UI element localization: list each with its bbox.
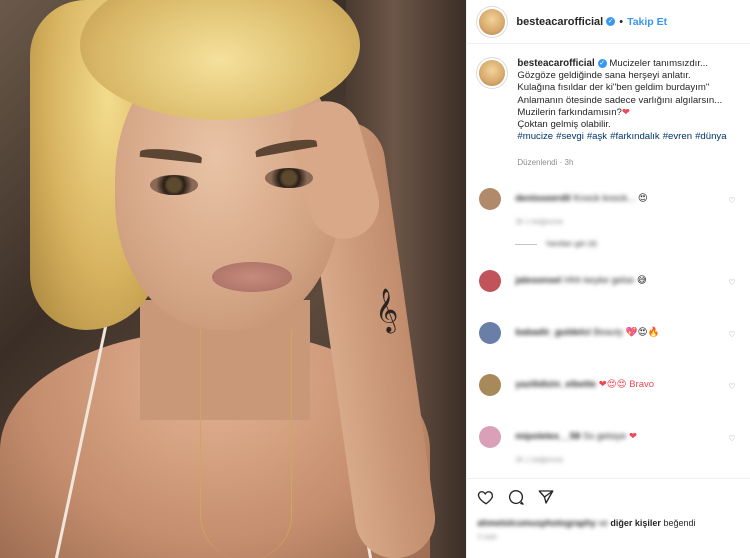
avatar[interactable] — [479, 8, 506, 35]
caption-line: Kulağına fısıldar der ki"ben geldim burd… — [517, 82, 710, 94]
comment-username[interactable]: jalesonsel — [515, 275, 561, 286]
caption-line: Muzilerin farkındamısın? — [517, 106, 622, 118]
share-icon[interactable] — [537, 488, 555, 506]
like-comment-heart-icon[interactable]: ♡ — [728, 278, 735, 287]
hashtag-link[interactable]: #evren — [663, 131, 692, 142]
like-comment-heart-icon[interactable]: ♡ — [728, 382, 735, 391]
like-comment-heart-icon[interactable]: ♡ — [728, 196, 735, 205]
follow-button[interactable]: Takip Et — [627, 16, 667, 28]
caption-line: Anlamanın ötesinde sadece varlığını algı… — [517, 94, 723, 106]
comment: mipoleles__58 Ss gelsiye ❤ 3h 1 beğenme … — [479, 426, 741, 466]
comment-avatar[interactable] — [479, 270, 502, 292]
comment-username[interactable]: mipoleles__58 — [515, 431, 580, 442]
likes-summary[interactable]: ahmetolcumusphotography ve diğer kişiler… — [477, 518, 740, 528]
comment-username[interactable]: yazilidizin_elbette — [515, 379, 596, 390]
comment: yazilidizin_elbette ❤😍😍 Bravo ♡ — [479, 374, 741, 396]
hashtag-link[interactable]: #dünya — [695, 131, 726, 142]
comment-avatar[interactable] — [479, 426, 502, 448]
comment-emoji: 💖😍🔥 — [625, 327, 660, 338]
like-comment-heart-icon[interactable]: ♡ — [728, 330, 735, 339]
comment: babadir_guldelci Beauty 💖😍🔥 ♡ — [479, 322, 741, 344]
like-comment-heart-icon[interactable]: ♡ — [728, 434, 735, 443]
comment: jalesonsel Hhh keyke gelse 😅 ♡ — [479, 270, 741, 292]
comment-text: Ss gelsiye — [582, 431, 627, 442]
comment-avatar[interactable] — [479, 188, 502, 210]
comment-meta: 3h 1 beğenme — [515, 455, 564, 464]
comment-icon[interactable] — [507, 488, 525, 506]
hashtag-link[interactable]: #farkındalık — [610, 131, 660, 142]
caption-meta: Düzenlendi · 3h — [517, 158, 574, 168]
comment-username[interactable]: denisseerdil — [515, 193, 570, 204]
comment-avatar[interactable] — [479, 374, 502, 396]
verified-badge-icon: ✓ — [606, 17, 616, 26]
caption-line: Gözgöze geldiğinde sana herşeyi anlatır. — [517, 70, 691, 82]
hashtag-link[interactable]: #mucize — [517, 131, 553, 142]
verified-badge-icon: ✓ — [597, 59, 607, 68]
post-header: besteacarofficial ✓ • Takip Et — [467, 0, 750, 44]
hashtag-link[interactable]: #aşk — [587, 131, 607, 142]
comment-text: Beauty — [593, 327, 624, 338]
caption-username[interactable]: besteacarofficial — [517, 58, 594, 69]
comment-emoji: 😍 — [637, 193, 648, 204]
comment-avatar[interactable] — [479, 322, 502, 344]
post-sidebar: besteacarofficial ✓ • Takip Et besteacar… — [466, 0, 750, 558]
comment: denisseerdil Knock knock... 😍 3h 1 beğen… — [479, 188, 741, 250]
post-photo[interactable]: 𝄞 — [0, 0, 467, 558]
hashtag-link[interactable]: #sevgi — [556, 131, 584, 142]
view-replies-button[interactable]: Yanıtları gör (4) — [515, 238, 647, 250]
username[interactable]: besteacarofficial — [516, 16, 603, 28]
post-caption: besteacarofficial ✓ Mucizeler tanımsızdır… — [467, 44, 750, 170]
comment-emoji: ❤ — [628, 431, 637, 442]
post-actions: ahmetolcumusphotography ve diğer kişiler… — [467, 478, 750, 541]
comment-username[interactable]: babadir_guldelci — [515, 327, 591, 338]
comment-emoji: ❤😍😍 Bravo — [598, 379, 655, 390]
instagram-post: 𝄞 besteacarofficial ✓ • Takip Et besteac… — [0, 0, 750, 558]
comment-text: Hhh keyke gelse — [563, 275, 635, 286]
hashtags: #mucize #sevgi #aşk #farkındalık #evren #düny… — [517, 131, 729, 143]
comment-meta: 3h 1 beğenme — [515, 217, 564, 226]
post-time: 3 saat — [477, 534, 497, 541]
heart-emoji-icon: ❤ — [621, 106, 630, 118]
caption-line: Mucizeler tanımsızdır... — [609, 58, 709, 69]
caption-avatar[interactable] — [479, 60, 506, 86]
comment-emoji: 😅 — [636, 275, 647, 286]
comment-text: Knock knock... — [573, 193, 636, 204]
caption-line: Çoktan gelmiş olabilir. — [517, 119, 611, 131]
heart-outline-icon[interactable] — [477, 488, 495, 506]
